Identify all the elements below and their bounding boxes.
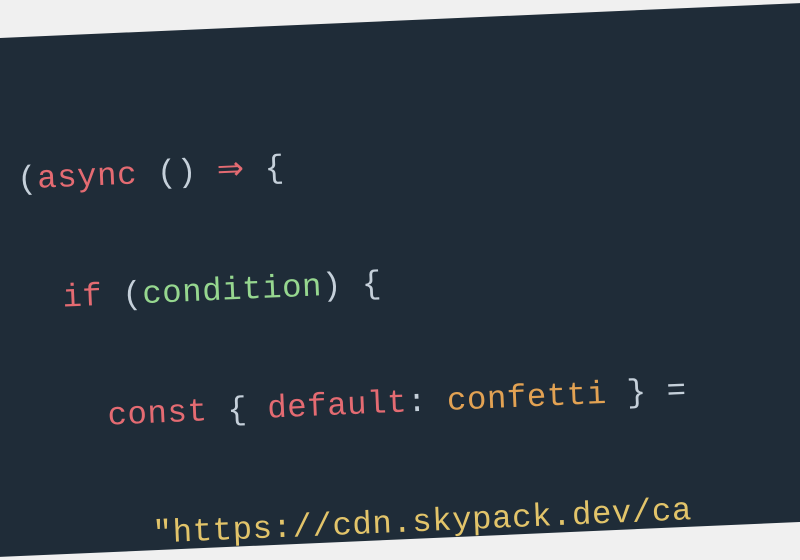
code-line-4: "https://cdn.skypack.dev/ca (32, 475, 800, 557)
arrow-params: () (136, 153, 217, 193)
identifier-default: default (267, 385, 408, 428)
keyword-async: async (36, 157, 137, 198)
code-line-2: if (condition) { (21, 236, 800, 331)
keyword-const: const (107, 394, 208, 435)
code-snippet: (async () ⇒ { if (condition) { const { d… (0, 2, 800, 558)
paren-close-brace: ) { (321, 266, 383, 305)
arrow-icon: ⇒ (216, 152, 245, 190)
brace-close-equals: } = (606, 373, 687, 413)
brace-open: { (207, 391, 269, 430)
code-line-3: const { default: confetti } = (26, 356, 800, 451)
indent (32, 516, 153, 558)
brace-open: { (244, 150, 286, 188)
indent (22, 280, 64, 318)
code-line-1: (async () ⇒ { (16, 116, 800, 211)
paren-open: ( (16, 161, 38, 199)
identifier-condition: condition (142, 269, 323, 314)
string-url: "https://cdn.skypack.dev/ca (152, 493, 693, 553)
identifier-confetti: confetti (446, 376, 607, 420)
keyword-if: if (62, 278, 104, 316)
colon: : (406, 383, 448, 421)
paren-open: ( (102, 277, 144, 315)
indent (27, 398, 108, 438)
